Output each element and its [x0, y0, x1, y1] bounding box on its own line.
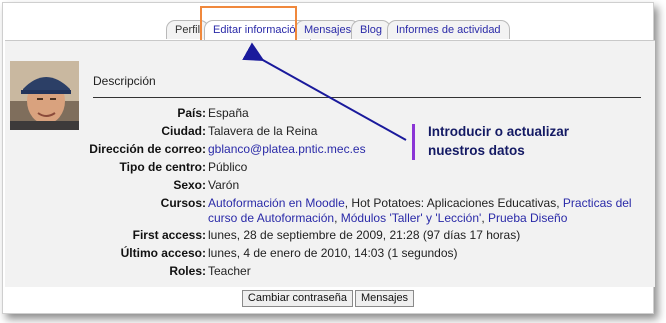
field-value: España — [208, 106, 249, 120]
field-value: lunes, 28 de septiembre de 2009, 21:28 (… — [208, 228, 521, 242]
field-label: Dirección de correo: — [89, 142, 206, 156]
field-value: Público — [208, 160, 248, 174]
courses-list: Autoformación en Moodle, Hot Potatoes: A… — [208, 196, 632, 225]
callout-accent-bar — [412, 124, 415, 160]
field-value: Varón — [208, 178, 240, 192]
callout-line: nuestros datos — [428, 143, 525, 158]
tab-blog[interactable]: Blog — [351, 20, 392, 39]
course-link[interactable]: Autoformación en Moodle — [208, 196, 345, 210]
section-title: Descripción — [93, 74, 156, 88]
action-buttons: Cambiar contraseña Mensajes — [3, 290, 653, 307]
tab-informes-actividad[interactable]: Informes de actividad — [387, 20, 510, 39]
field-value: lunes, 4 de enero de 2010, 14:03 (1 segu… — [208, 246, 458, 260]
field-label: Tipo de centro: — [119, 160, 206, 174]
field-label: Roles: — [169, 264, 206, 278]
profile-panel: Descripción País: España Ciudad: Talaver… — [5, 40, 655, 287]
section-divider — [93, 97, 641, 98]
field-value: Teacher — [208, 264, 251, 278]
field-label: País: — [177, 106, 206, 120]
field-label: Ciudad: — [161, 124, 206, 138]
avatar — [10, 61, 79, 130]
callout-text: Introducir o actualizar nuestros datos — [428, 122, 569, 160]
tab-perfil[interactable]: Perfil — [166, 20, 210, 39]
field-label: First access: — [132, 228, 206, 242]
callout-line: Introducir o actualizar — [428, 124, 570, 139]
profile-window: Perfil Editar información Mensajes Blog … — [2, 2, 655, 314]
field-label: Último acceso: — [120, 246, 206, 260]
field-label: Sexo: — [173, 178, 206, 192]
tab-bar: Perfil Editar información Mensajes Blog … — [3, 17, 653, 41]
course-link[interactable]: Prueba Diseño — [488, 211, 567, 225]
field-label: Cursos: — [160, 196, 206, 210]
course-link[interactable]: Módulos 'Taller' y 'Lección' — [341, 211, 482, 225]
email-link[interactable]: gblanco@platea.pntic.mec.es — [208, 142, 366, 156]
course-name: Hot Potatoes: Aplicaciones Educativas — [351, 196, 557, 210]
change-password-button[interactable]: Cambiar contraseña — [241, 290, 353, 307]
user-photo-icon — [10, 61, 79, 130]
messages-button[interactable]: Mensajes — [354, 290, 415, 307]
